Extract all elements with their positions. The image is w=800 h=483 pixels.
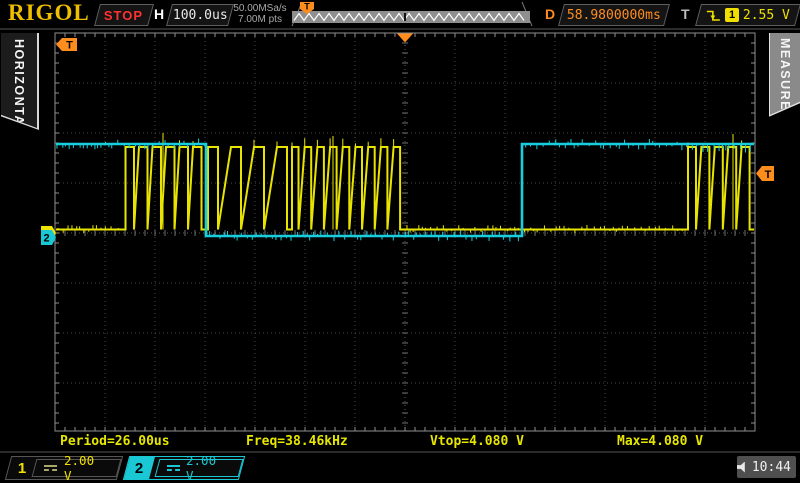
measurement-row: Period=26.00us Freq=38.46kHz Vtop=4.080 … [0,434,800,450]
run-state-badge[interactable]: STOP [94,4,154,26]
top-status-bar: RIGOL STOP H 100.0us 50.00MSa/s 7.00M pt… [0,0,800,30]
speaker-icon [737,462,748,473]
channel2-scale: 2.00 V [186,453,231,483]
svg-text:2: 2 [43,233,49,245]
delay-readout-badge[interactable]: 58.9800000ms [558,4,670,26]
svg-text:T: T [765,169,772,181]
waveform-display[interactable]: 2 T T [0,0,800,480]
falling-edge-trigger-icon [706,8,721,23]
horizontal-label: H [154,6,164,22]
measurement-vtop: Vtop=4.080 V [430,434,524,449]
horizontal-position-preview[interactable]: T [288,0,536,28]
dc-coupling-icon [167,465,180,471]
bottom-status-bar: 1 2.00 V 2 2.00 V 10:44 [0,451,800,482]
delay-value: 58.9800000ms [567,8,661,23]
clock-time: 10:44 [752,460,791,475]
menu-tab-horizontal[interactable]: HORIZONTAL [1,33,39,130]
trigger-source-chip: 1 [725,8,739,22]
menu-tab-horizontal-label: HORIZONTAL [12,39,26,128]
measurement-max: Max=4.080 V [617,434,703,449]
oscilloscope-screen: 2 T T RIGOL STOP H 100.0us 50.00MSa/s 7.00… [0,0,800,480]
memory-depth: 7.00M pts [231,14,289,25]
brand-logo: RIGOL [8,0,90,26]
acquisition-readout: 50.00MSa/s 7.00M pts [231,3,289,25]
timebase-value: 100.0us [173,8,228,23]
delay-label: D [545,6,555,22]
run-state-label: STOP [104,8,143,23]
clock: 10:44 [737,456,796,478]
trigger-settings-badge[interactable]: 1 2.55 V [695,4,800,26]
svg-text:T: T [304,2,310,12]
channel2-status-badge[interactable]: 2 2.00 V [123,456,245,480]
trigger-label: T [681,6,690,22]
measurement-freq: Freq=38.46kHz [246,434,348,449]
channel1-scale: 2.00 V [64,453,109,483]
channel1-status-badge[interactable]: 1 2.00 V [5,456,123,480]
channel1-scale-box: 2.00 V [32,459,121,477]
dc-coupling-icon [44,465,57,471]
sample-rate: 50.00MSa/s [231,3,289,14]
channel2-scale-box: 2.00 V [154,459,243,477]
measurement-period: Period=26.00us [60,434,170,449]
svg-text:T: T [66,40,73,52]
timebase-badge[interactable]: 100.0us [166,4,234,26]
menu-tab-horizontal-face[interactable]: HORIZONTAL [1,33,37,128]
channel2-number: 2 [135,460,143,477]
channel2-number-cell: 2 [124,457,155,479]
trigger-level-value: 2.55 V [743,8,790,23]
channel1-number: 1 [18,460,26,477]
